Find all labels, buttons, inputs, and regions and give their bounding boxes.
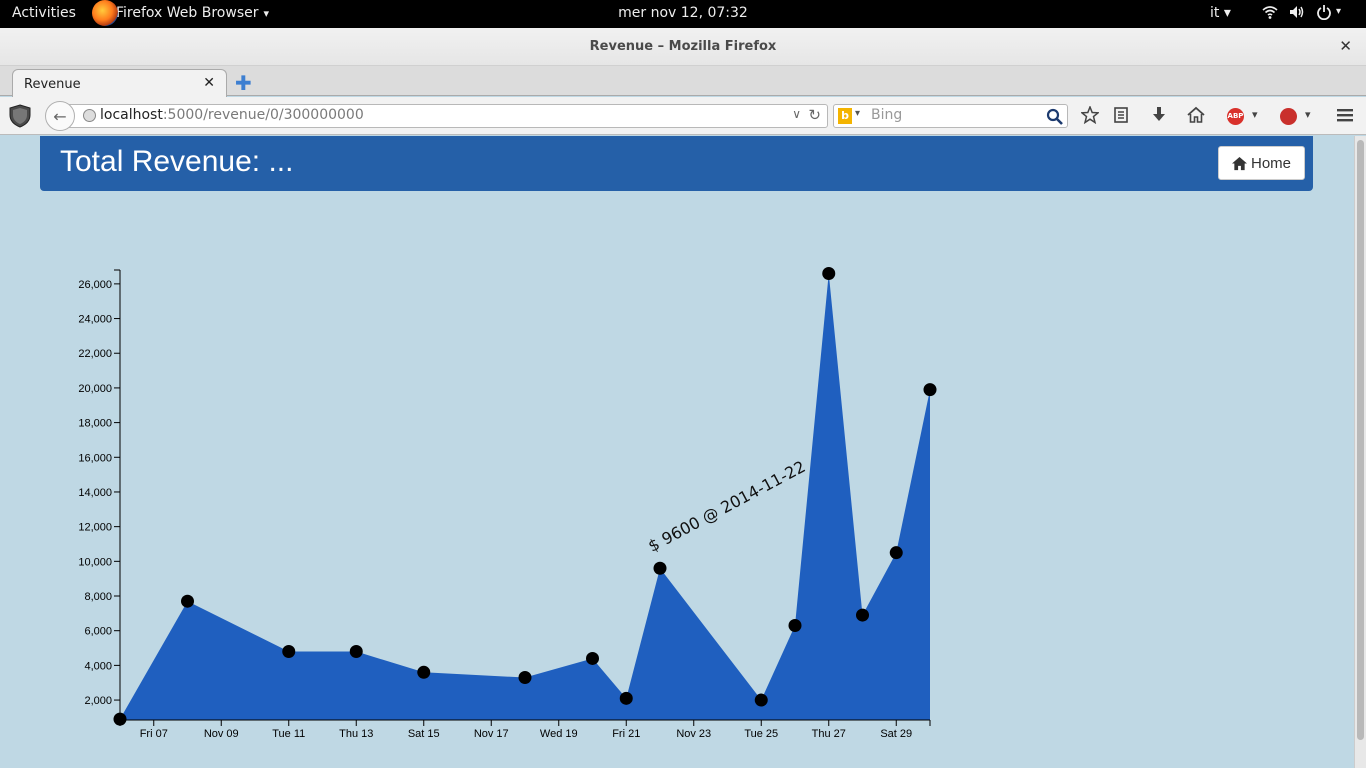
y-tick-label: 18,000 [78,418,112,430]
data-point [889,546,903,560]
data-point [653,561,667,575]
data-point [754,693,768,707]
x-tick-label: Nov 23 [676,728,711,740]
data-point [856,608,869,622]
data-point [181,594,194,608]
x-tick-label: Fri 07 [140,728,168,740]
y-tick-label: 24,000 [78,314,112,326]
x-tick-label: Sat 15 [408,728,440,740]
y-tick-label: 12,000 [78,522,112,534]
x-tick-label: Tue 25 [744,728,778,740]
x-tick-label: Thu 27 [812,728,846,740]
x-tick-label: Tue 11 [272,728,305,740]
data-point [619,691,633,705]
x-tick-label: Fri 21 [612,728,640,740]
data-point-tooltip: $ 9600 @ 2014-11-22 [645,457,809,556]
y-tick-label: 4,000 [84,660,112,672]
revenue-area [120,273,930,720]
data-point [586,651,599,665]
data-point [518,671,532,685]
y-tick-label: 22,000 [78,348,112,360]
y-tick-label: 8,000 [84,591,112,603]
data-point [113,712,127,726]
data-point [822,266,836,280]
y-tick-label: 6,000 [84,626,112,638]
revenue-chart: 2,000 4,000 6,000 8,000 10,000 12,000 14,000 16… [78,266,937,740]
x-tick-label: Nov 17 [474,728,509,740]
y-tick-label: 14,000 [78,487,112,499]
x-tick-label: Thu 13 [339,728,373,740]
y-tick-label: 16,000 [78,452,112,464]
data-point [349,645,363,659]
x-tick-label: Sat 29 [880,728,912,740]
y-tick-label: 10,000 [78,556,112,568]
data-point [923,383,937,397]
x-tick-label: Wed 19 [540,728,578,740]
data-point [417,665,431,679]
y-tick-label: 26,000 [78,279,112,291]
data-point [282,645,296,659]
y-tick-label: 20,000 [78,383,112,395]
data-point [788,618,802,632]
x-tick-label: Nov 09 [204,728,239,740]
y-tick-label: 2,000 [84,695,112,707]
